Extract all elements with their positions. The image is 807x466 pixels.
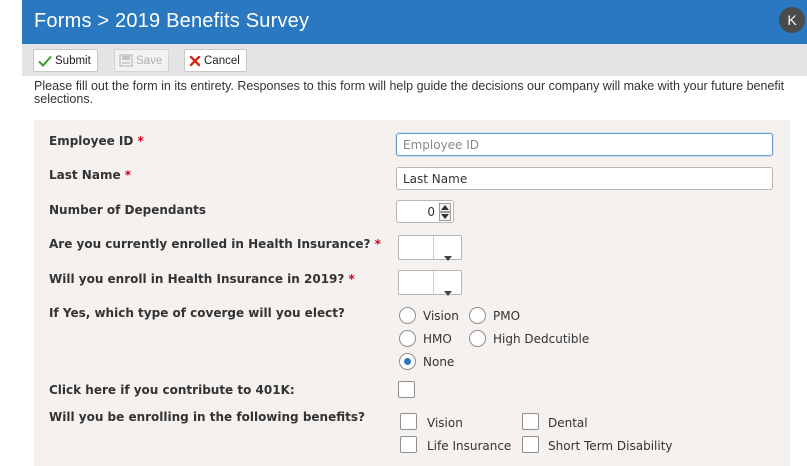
save-label: Save: [136, 54, 163, 67]
radio-button[interactable]: [469, 307, 486, 324]
last-name-label: Last Name *: [49, 168, 132, 182]
required-marker: *: [348, 272, 355, 286]
benefit-dental-label: Dental: [548, 416, 588, 430]
submit-button[interactable]: Submit: [33, 49, 98, 72]
coverage-label: If Yes, which type of coverge will you e…: [49, 306, 345, 320]
benefit-vision-checkbox[interactable]: [400, 413, 417, 430]
chevron-down-icon[interactable]: [444, 281, 452, 300]
benefit-std-checkbox[interactable]: [522, 436, 539, 453]
benefit-std-label: Short Term Disability: [548, 439, 673, 453]
radio-button[interactable]: [469, 330, 486, 347]
required-marker: *: [137, 134, 144, 148]
401k-label: Click here if you contribute to 401K:: [49, 383, 295, 397]
x-icon: [189, 55, 201, 66]
benefit-vision-label: Vision: [427, 416, 463, 430]
coverage-option-vision[interactable]: Vision: [399, 307, 459, 324]
avatar[interactable]: K: [779, 7, 805, 33]
coverage-option-pmo[interactable]: PMO: [469, 307, 520, 324]
benefits-label: Will you be enrolling in the following b…: [49, 410, 365, 424]
radio-button-selected[interactable]: [399, 353, 416, 370]
required-marker: *: [124, 168, 132, 182]
save-button[interactable]: Save: [114, 49, 170, 72]
caret-down-icon[interactable]: [439, 212, 451, 221]
chevron-down-icon[interactable]: [444, 246, 452, 265]
dependants-stepper[interactable]: 0: [396, 200, 454, 223]
cancel-button[interactable]: Cancel: [184, 49, 247, 72]
submit-label: Submit: [55, 54, 91, 67]
dependants-value: 0: [427, 205, 435, 219]
breadcrumb-title: Forms > 2019 Benefits Survey: [34, 10, 310, 32]
radio-button[interactable]: [399, 307, 416, 324]
required-marker: *: [374, 237, 381, 251]
health-enrolled-select[interactable]: [398, 235, 462, 261]
health-2019-select[interactable]: [398, 270, 462, 296]
employee-id-input[interactable]: [396, 133, 773, 156]
health-2019-label: Will you enroll in Health Insurance in 2…: [49, 272, 355, 286]
coverage-option-hmo[interactable]: HMO: [399, 330, 452, 347]
save-icon: [119, 54, 133, 67]
last-name-input[interactable]: [396, 167, 773, 190]
401k-checkbox[interactable]: [398, 381, 415, 398]
form-instructions: Please fill out the form in its entirety…: [34, 79, 785, 106]
radio-button[interactable]: [399, 330, 416, 347]
checkmark-icon: [38, 55, 52, 67]
benefit-life-insurance-checkbox[interactable]: [400, 436, 417, 453]
select-divider: [433, 236, 434, 259]
dependants-label: Number of Dependants: [49, 203, 207, 217]
benefit-dental-checkbox[interactable]: [522, 413, 539, 430]
toolbar: Submit Save Cancel: [22, 44, 807, 76]
page-header: Forms > 2019 Benefits Survey K: [22, 0, 807, 44]
coverage-option-high-deductible[interactable]: High Dedcutible: [469, 330, 589, 347]
caret-up-icon[interactable]: [439, 203, 451, 212]
benefit-life-insurance-label: Life Insurance: [427, 439, 512, 453]
coverage-option-none[interactable]: None: [399, 353, 454, 370]
employee-id-label: Employee ID *: [49, 134, 144, 148]
select-divider: [433, 271, 434, 294]
cancel-label: Cancel: [204, 54, 240, 67]
health-enrolled-label: Are you currently enrolled in Health Ins…: [49, 237, 381, 251]
